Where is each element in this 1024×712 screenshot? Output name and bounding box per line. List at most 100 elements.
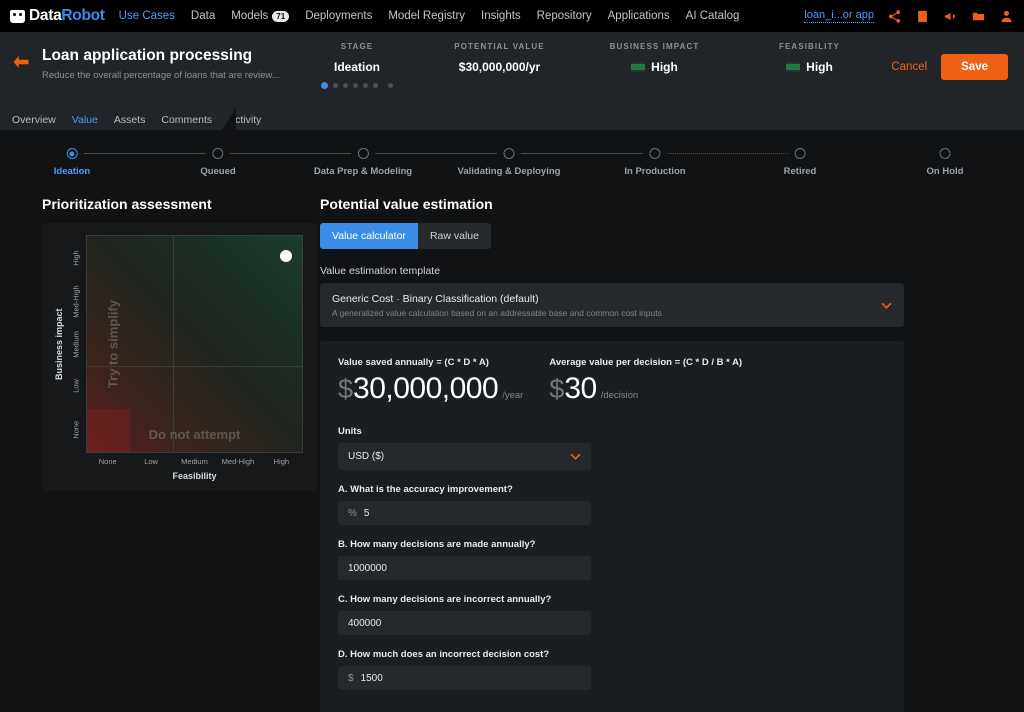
- field-incorrect-decision-cost: D. How much does an incorrect decision c…: [338, 649, 886, 690]
- stage-circle-icon: [66, 148, 78, 159]
- stage-node-retired[interactable]: Retired: [783, 148, 817, 177]
- tab-value[interactable]: Value: [72, 114, 98, 126]
- back-arrow-icon: [13, 56, 29, 68]
- units-select[interactable]: USD ($): [338, 443, 591, 470]
- nav-item-repository[interactable]: Repository: [537, 10, 592, 22]
- nav-label: AI Catalog: [685, 10, 740, 22]
- stat-label: FEASIBILITY: [779, 42, 840, 51]
- nav-item-model-registry[interactable]: Model Registry: [388, 10, 465, 22]
- units-value: USD ($): [348, 451, 385, 462]
- stage-label: In Production: [624, 166, 686, 177]
- y-axis-ticks: High Med-High Medium Low None: [66, 235, 86, 453]
- nav-label: Applications: [607, 10, 670, 22]
- datarobot-logo[interactable]: DataRobot: [10, 7, 105, 25]
- y-tick: Medium: [71, 330, 81, 358]
- stage-node-queued[interactable]: Queued: [200, 148, 236, 177]
- percent-prefix: %: [348, 507, 357, 519]
- app-link[interactable]: loan_i...or app: [804, 9, 874, 23]
- y-tick: Med-High: [71, 284, 81, 318]
- stage-circle-icon: [503, 148, 515, 159]
- y-tick: High: [71, 250, 81, 267]
- use-case-title-block: Loan application processing Reduce the o…: [42, 32, 292, 82]
- stage-label: Data Prep & Modeling: [313, 166, 413, 177]
- accuracy-improvement-input[interactable]: % 5: [338, 501, 591, 525]
- stage-node-data-prep-modeling[interactable]: Data Prep & Modeling: [314, 148, 412, 177]
- zone-label-do-not-attempt: Do not attempt: [148, 427, 241, 442]
- x-tick: Low: [144, 457, 158, 466]
- value-calculator-panel: Value saved annually = (C * D * A) $ 30,…: [320, 341, 904, 712]
- stage-label: On Hold: [926, 166, 964, 177]
- stat-label: STAGE: [340, 42, 374, 51]
- chart-data-point[interactable]: [280, 250, 292, 262]
- input-value: 1500: [360, 672, 383, 684]
- header-actions: Cancel Save: [891, 32, 1024, 80]
- stage-dot: [343, 83, 348, 88]
- nav-item-ai-catalog[interactable]: AI Catalog: [686, 10, 740, 22]
- tab-bar: Overview Value Assets Comments Activity: [0, 108, 1024, 130]
- incorrect-decisions-input[interactable]: 400000: [338, 611, 591, 635]
- prioritization-title: Prioritization assessment: [42, 196, 212, 212]
- tab-comments[interactable]: Comments: [161, 114, 212, 126]
- brand-word-1: Data: [29, 7, 62, 24]
- nav-item-insights[interactable]: Insights: [481, 10, 521, 22]
- stage-node-on-hold[interactable]: On Hold: [926, 148, 964, 177]
- stage-circle-icon: [794, 148, 806, 159]
- stat-stage: STAGE Ideation: [292, 32, 422, 89]
- stat-value-row: High: [577, 60, 732, 74]
- result-label: Average value per decision = (C * D / B …: [549, 357, 743, 368]
- field-label: C. How many decisions are incorrect annu…: [338, 594, 552, 605]
- nav-item-deployments[interactable]: Deployments: [305, 10, 372, 22]
- currency-symbol: $: [338, 374, 354, 404]
- stage-dot: [333, 83, 338, 88]
- zone-label-try-to-simplify: Try to simplify: [105, 299, 121, 389]
- tab-overview[interactable]: Overview: [12, 114, 56, 126]
- template-label: Value estimation template: [320, 265, 441, 277]
- low-value-quadrant: [87, 408, 130, 452]
- nav-right-group: loan_i...or app: [804, 9, 1014, 24]
- field-accuracy-improvement: A. What is the accuracy improvement? % 5: [338, 484, 886, 525]
- user-icon[interactable]: [999, 9, 1014, 24]
- impact-level-icon: [631, 62, 646, 72]
- megaphone-icon[interactable]: [943, 9, 958, 24]
- stage-label: Retired: [783, 166, 817, 177]
- stage-label: Validating & Deploying: [457, 166, 561, 177]
- nav-label: Model Registry: [388, 10, 466, 22]
- incorrect-decision-cost-input[interactable]: $ 1500: [338, 666, 591, 690]
- nav-item-use-cases[interactable]: Use Cases: [119, 10, 175, 22]
- stage-node-validating-deploying[interactable]: Validating & Deploying: [457, 148, 561, 177]
- decisions-annually-input[interactable]: 1000000: [338, 556, 591, 580]
- y-axis-title: Business impact: [54, 308, 64, 380]
- result-number: 30: [564, 372, 597, 405]
- stage-dot: [353, 83, 358, 88]
- docs-icon[interactable]: [915, 9, 930, 24]
- x-axis-ticks: None Low Medium Med-High High: [86, 453, 303, 466]
- stage-node-in-production[interactable]: In Production: [624, 148, 686, 177]
- nav-item-applications[interactable]: Applications: [608, 10, 670, 22]
- nav-items: Use Cases Data Models 71 Deployments Mode…: [119, 10, 740, 22]
- stat-value: High: [806, 60, 833, 74]
- page-subtitle: Reduce the overall percentage of loans t…: [42, 70, 280, 81]
- prioritization-section: Prioritization assessment Business impac…: [0, 196, 320, 712]
- template-select-text: Generic Cost · Binary Classification (de…: [332, 293, 881, 318]
- nav-item-models[interactable]: Models 71: [231, 10, 290, 22]
- save-button[interactable]: Save: [941, 54, 1008, 80]
- nav-label: Models: [231, 10, 269, 22]
- template-select[interactable]: Generic Cost · Binary Classification (de…: [320, 283, 904, 327]
- back-button[interactable]: [0, 32, 42, 70]
- chevron-down-icon: [570, 453, 581, 460]
- stage-tracker: Ideation Queued Data Prep & Modeling Val…: [0, 144, 1024, 196]
- toggle-raw-value[interactable]: Raw value: [417, 223, 491, 249]
- cancel-button[interactable]: Cancel: [891, 61, 927, 73]
- use-case-header: Loan application processing Reduce the o…: [0, 32, 1024, 108]
- share-icon[interactable]: [887, 9, 902, 24]
- stage-node-ideation[interactable]: Ideation: [54, 148, 90, 177]
- value-mode-toggle: Value calculator Raw value: [320, 223, 904, 249]
- prioritization-chart-card: Business impact High Med-High Medium Low…: [42, 223, 317, 491]
- toggle-value-calculator[interactable]: Value calculator: [320, 223, 418, 249]
- folder-icon[interactable]: [971, 9, 986, 24]
- result-unit: /year: [502, 390, 524, 401]
- tab-assets[interactable]: Assets: [114, 114, 146, 126]
- nav-item-data[interactable]: Data: [191, 10, 215, 22]
- field-units: Units USD ($): [338, 426, 886, 470]
- x-tick: None: [98, 457, 117, 466]
